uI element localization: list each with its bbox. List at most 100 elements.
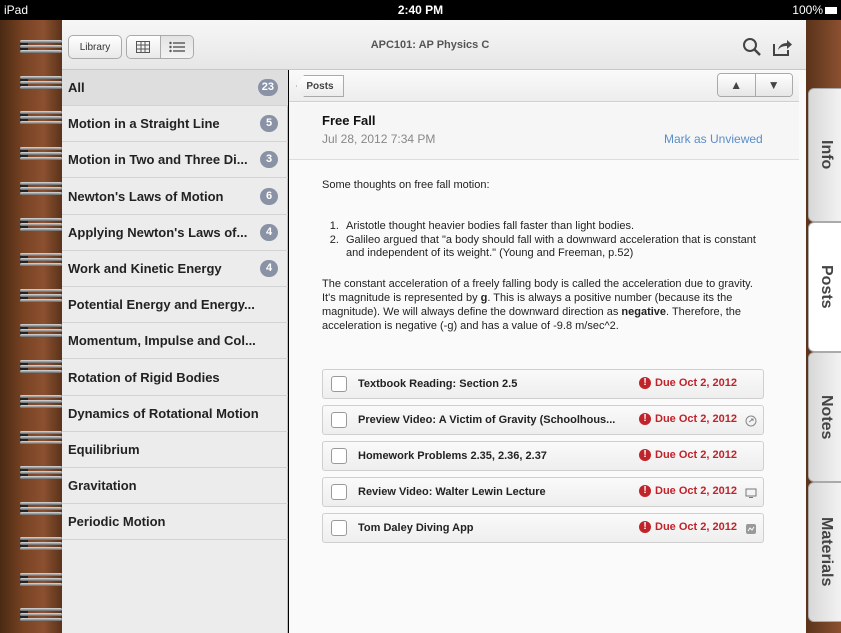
task-row[interactable]: Review Video: Walter Lewin Lecture ! Due O… [322,477,764,507]
binder-ring [20,324,62,338]
alert-icon: ! [639,521,651,533]
due-date: ! Due Oct 2, 2012 [639,521,737,533]
battery-icon [825,6,837,14]
post-paragraph: The constant acceleration of a freely fa… [322,278,753,332]
task-row[interactable]: Textbook Reading: Section 2.5 ! Due Oct 2,… [322,369,764,399]
sidebar-item-label: Dynamics of Rotational Motion [68,405,258,421]
monitor-icon[interactable] [745,486,757,498]
due-date: ! Due Oct 2, 2012 [639,449,737,461]
app-icon[interactable] [745,522,757,534]
alert-icon: ! [639,449,651,461]
due-date: ! Due Oct 2, 2012 [639,413,737,425]
tab-info[interactable]: Info [808,88,841,222]
back-to-posts-button[interactable]: Posts [296,75,344,97]
sidebar-item-label: Work and Kinetic Energy [68,261,222,276]
task-label: Textbook Reading: Section 2.5 [358,378,518,390]
clock: 2:40 PM [397,3,444,17]
sidebar-item-label: Newton's Laws of Motion [68,188,224,204]
task-checkbox[interactable] [331,448,347,464]
task-label: Preview Video: A Victim of Gravity (Scho… [358,414,616,426]
binder-ring [20,395,62,409]
link-icon[interactable] [745,414,757,427]
list-item: Aristotle thought heavier bodies fall fa… [342,220,762,233]
binder-ring [20,359,62,374]
binder-ring [20,466,62,480]
library-button[interactable]: Library [68,35,122,59]
binder-ring [20,75,62,90]
post-title: Free Fall [322,113,376,128]
previous-post-button[interactable]: ▲ [718,74,755,96]
binder-ring [20,217,62,232]
sidebar-item[interactable]: Applying Newton's Laws of... 4 [62,215,288,251]
sidebar-item-label: Momentum, Impulse and Col... [68,333,256,349]
sidebar-item[interactable]: Work and Kinetic Energy 4 [62,251,288,287]
task-checkbox[interactable] [331,484,347,500]
binder-ring [20,501,62,516]
sidebar-item[interactable]: Equilibrium [62,432,288,468]
tab-notes[interactable]: Notes [808,352,841,482]
search-icon[interactable] [741,36,763,58]
sidebar-item-label: Gravitation [68,478,137,494]
sidebar-item[interactable]: Periodic Motion [62,504,288,541]
course-title: APC101: AP Physics C [370,39,490,51]
post-intro: Some thoughts on free fall motion: [322,179,490,191]
binder-ring [20,182,62,196]
due-date: ! Due Oct 2, 2012 [639,485,737,497]
list-item: Galileo argued that "a body should fall … [342,234,762,260]
mark-unviewed-link[interactable]: Mark as Unviewed [664,132,763,146]
view-toggle[interactable] [126,35,194,59]
list-view-icon[interactable] [159,36,193,58]
tab-materials[interactable]: Materials [808,482,841,622]
task-checkbox[interactable] [331,376,347,392]
task-row[interactable]: Tom Daley Diving App ! Due Oct 2, 2012 [322,513,764,543]
sidebar-item[interactable]: Rotation of Rigid Bodies [62,360,288,396]
binder-ring [20,537,62,551]
alert-icon: ! [639,377,651,389]
count-badge: 23 [257,79,278,96]
binder-ring [20,146,62,161]
battery-percent: 100% [792,3,823,17]
sidebar-item[interactable]: Momentum, Impulse and Col... [62,323,288,360]
task-row[interactable]: Homework Problems 2.35, 2.36, 2.37 ! Due O… [322,441,764,471]
task-label: Tom Daley Diving App [358,522,474,534]
binder-ring [20,40,62,54]
binder-ring [20,111,62,125]
post-points-list: Aristotle thought heavier bodies fall fa… [322,220,762,261]
alert-icon: ! [639,485,651,497]
task-checkbox[interactable] [331,412,347,428]
post-navigation[interactable]: ▲ ▼ [717,73,793,97]
topics-sidebar: All 23 Motion in a Straight Line 5 Motion in… [62,70,288,633]
sidebar-item-label: Applying Newton's Laws of... [68,224,248,240]
sidebar-item[interactable]: All 23 [62,70,288,106]
binder-ring [20,572,62,587]
alert-icon: ! [639,413,651,425]
status-bar: iPad 2:40 PM 100% [0,0,841,20]
due-date: ! Due Oct 2, 2012 [639,377,737,389]
grid-view-icon[interactable] [127,36,160,58]
binder-ring [20,430,62,445]
next-post-button[interactable]: ▼ [754,74,792,96]
count-badge: 5 [260,115,278,133]
task-checkbox[interactable] [331,520,347,536]
task-label: Review Video: Walter Lewin Lecture [358,486,546,498]
count-badge: 4 [260,260,278,277]
binder-ring [20,608,62,622]
share-icon[interactable] [771,36,793,58]
tab-posts[interactable]: Posts [808,222,841,352]
binder-ring [20,253,62,267]
sidebar-item-label: Rotation of Rigid Bodies [68,369,220,385]
sidebar-item[interactable]: Newton's Laws of Motion 6 [62,179,288,215]
sidebar-item[interactable]: Motion in a Straight Line 5 [62,106,288,143]
count-badge: 4 [260,223,278,241]
task-row[interactable]: Preview Video: A Victim of Gravity (Scho… [322,405,764,435]
post-date: Jul 28, 2012 7:34 PM [322,132,436,146]
sidebar-item[interactable]: Dynamics of Rotational Motion [62,396,288,432]
sidebar-item[interactable]: Potential Energy and Energy... [62,287,288,324]
count-badge: 3 [260,151,278,169]
sidebar-item-label: Motion in a Straight Line [68,116,220,132]
binder-ring [20,288,62,303]
sidebar-item-label: Periodic Motion [68,514,166,530]
count-badge: 6 [260,187,278,205]
sidebar-item[interactable]: Gravitation [62,468,288,505]
sidebar-item[interactable]: Motion in Two and Three Di... 3 [62,142,288,179]
